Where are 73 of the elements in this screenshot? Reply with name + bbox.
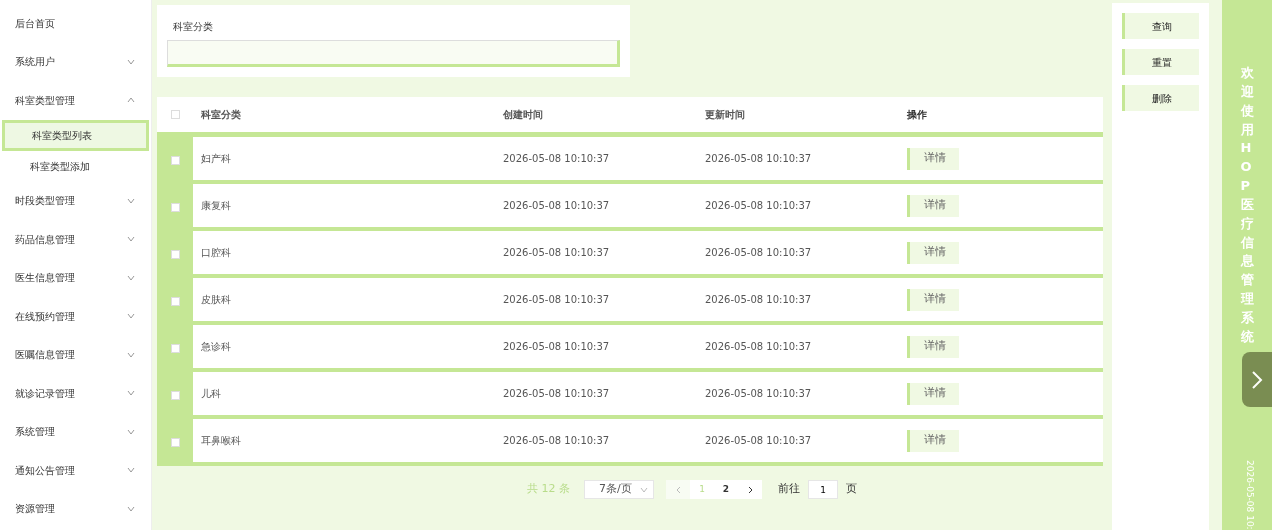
menu-item[interactable]: 后台首页 (0, 4, 151, 43)
submenu-item[interactable]: 科室类型列表 (2, 119, 149, 151)
column-header: 科室分类 (200, 108, 242, 122)
table-cell-text: 耳鼻喉科 (200, 434, 242, 448)
table-cell-text: 2026-05-08 10:10:37 (503, 199, 611, 213)
goto-label: 前往 (778, 481, 800, 498)
menu-label[interactable]: 时段类型管理 (15, 193, 75, 209)
checkbox[interactable] (170, 344, 180, 353)
input-field[interactable] (167, 40, 620, 67)
detail-button[interactable]: 详情 (907, 429, 959, 452)
page-input[interactable]: 1 (808, 480, 838, 499)
checkbox[interactable] (170, 110, 180, 119)
detail-button[interactable]: 详情 (907, 335, 959, 358)
detail-button[interactable]: 详情 (907, 382, 959, 405)
page-suffix: 页 (846, 481, 857, 498)
table-cell-text: 2026-05-08 10:10:37 (705, 434, 813, 448)
detail-button[interactable]: 详情 (907, 147, 959, 170)
table-cell-text: 口腔科 (200, 246, 232, 260)
checkbox[interactable] (170, 203, 180, 212)
detail-button[interactable]: 详情 (907, 288, 959, 311)
table-cell-text: 皮肤科 (200, 293, 232, 307)
menu-label[interactable]: 在线预约管理 (15, 308, 75, 324)
table-cell-text: 2026-05-08 10:10:37 (705, 340, 813, 354)
action-button[interactable]: 删除 (1122, 85, 1199, 111)
table-cell-text: 儿科 (200, 387, 222, 401)
menu-label[interactable]: 医嘱信息管理 (15, 347, 75, 363)
table-cell-text: 康复科 (200, 199, 232, 213)
page-button[interactable]: 2 (714, 480, 738, 499)
menu-label[interactable]: 通知公告管理 (15, 462, 75, 478)
menu-label[interactable]: 就诊记录管理 (15, 385, 75, 401)
field-label: 科室分类 (172, 20, 214, 34)
prev-page-button[interactable] (666, 480, 690, 499)
checkbox[interactable] (170, 250, 180, 259)
column-header: 操作 (907, 108, 928, 122)
table-cell-text: 2026-05-08 10:10:37 (705, 293, 813, 307)
chevron-right-icon (747, 485, 753, 494)
column-header: 创建时间 (503, 108, 544, 122)
table-cell-text: 2026-05-08 10:10:37 (503, 293, 611, 307)
action-button[interactable]: 查询 (1122, 13, 1199, 39)
table-cell-text: 2026-05-08 10:10:37 (705, 246, 813, 260)
table-cell-text: 妇产科 (200, 152, 232, 166)
table-cell-text: 2026-05-08 10:10:37 (503, 340, 611, 354)
menu-label[interactable]: 科室类型管理 (15, 92, 75, 108)
next-button[interactable] (1242, 352, 1272, 407)
table-cell-text: 2026-05-08 10:10:37 (503, 434, 611, 448)
checkbox[interactable] (170, 297, 180, 306)
table-cell-text: 急诊科 (200, 340, 232, 354)
checkbox[interactable] (170, 438, 180, 447)
menu-label[interactable]: 资源管理 (15, 501, 55, 517)
menu-label[interactable]: 系统管理 (15, 424, 55, 440)
table-cell-text: 2026-05-08 10:10:37 (503, 246, 611, 260)
detail-button[interactable]: 详情 (907, 194, 959, 217)
action-button[interactable]: 重置 (1122, 49, 1199, 75)
banner-title: 欢迎使用HOP医疗信息管理系统 (1240, 64, 1254, 346)
total-count: 共 12 条 (527, 481, 570, 498)
table-cell-text: 2026-05-08 10:10:37 (503, 387, 611, 401)
page-size-select[interactable]: 7条/页 (584, 480, 654, 499)
menu-label[interactable]: 医生信息管理 (15, 270, 75, 286)
table-cell-text: 2026-05-08 10:10:37 (705, 152, 813, 166)
detail-button[interactable]: 详情 (907, 241, 959, 264)
chevron-icon (640, 486, 648, 493)
chevron-right-icon (1251, 369, 1263, 390)
checkbox[interactable] (170, 156, 180, 165)
table-cell-text: 2026-05-08 10:10:37 (503, 152, 611, 166)
chevron-left-icon (675, 485, 681, 494)
column-header: 更新时间 (705, 108, 746, 122)
table-cell-text: 2026-05-08 10:10:37 (705, 387, 813, 401)
date-text: 2026-05-08 10: (1243, 460, 1256, 530)
checkbox[interactable] (170, 391, 180, 400)
menu-label[interactable]: 系统用户 (15, 54, 55, 70)
menu-label[interactable]: 药品信息管理 (15, 231, 75, 247)
table-cell-text: 2026-05-08 10:10:37 (705, 199, 813, 213)
submenu-item[interactable]: 科室类型添加 (2, 150, 149, 182)
